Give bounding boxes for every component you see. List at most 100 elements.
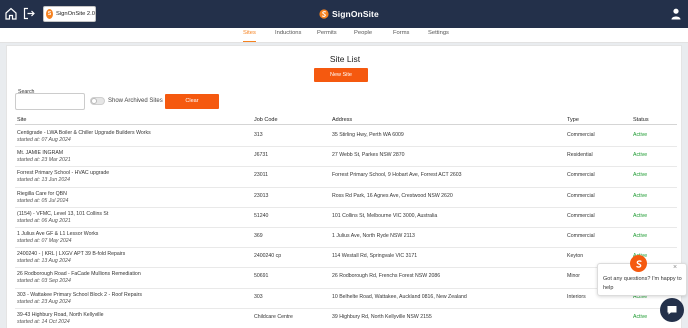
- site-start-date: started at: 23 Mar 2021: [17, 157, 71, 164]
- site-address: Ross Rd Park, 16 Agnes Ave, Crestwood NS…: [332, 192, 453, 199]
- site-address: 101 Collins St, Melbourne VIC 3000, Aust…: [332, 212, 438, 219]
- chat-agent-avatar: [630, 255, 647, 272]
- table-row[interactable]: 26 Rodborough Road - FaCade Mullions Rem…: [7, 267, 683, 287]
- chat-message: Got any questions? I'm happy to help: [603, 276, 682, 291]
- table-row[interactable]: 1 Julius Ave GF & L1 Lessor Works started…: [7, 227, 683, 247]
- site-address: 1 Julius Ave, North Ryde NSW 2113: [332, 233, 415, 239]
- signonsite-brand-icon: [319, 9, 329, 19]
- row-divider: [15, 166, 677, 168]
- table-row[interactable]: Mt. JAMIE INGRAM started at: 23 Mar 2021 J…: [7, 146, 683, 166]
- new-site-button[interactable]: New Site: [314, 68, 368, 82]
- column-header-address[interactable]: Address: [332, 117, 352, 123]
- tab-sites[interactable]: Sites: [243, 30, 256, 42]
- app-badge-label: SignOnSite 2.0: [56, 11, 95, 17]
- site-address: 114 Westall Rd, Springvale VIC 3171: [332, 253, 418, 260]
- table-row[interactable]: Forrest Primary School - HVAC upgrade sta…: [7, 166, 683, 186]
- job-code: 313: [254, 132, 263, 138]
- status-badge: Active: [633, 152, 648, 159]
- site-type: Interiors: [567, 293, 586, 300]
- user-account-icon[interactable]: [671, 7, 681, 20]
- tab-inductions[interactable]: Inductions: [275, 30, 301, 42]
- brand-name: SignOnSite: [332, 9, 379, 19]
- row-divider: [15, 307, 677, 309]
- row-divider: [15, 186, 677, 188]
- table-row[interactable]: 2400240 - | KRL | LXGV APT 39 B-fold Rep…: [7, 247, 683, 267]
- site-start-date: started at: 05 Jul 2024: [17, 197, 69, 204]
- search-input[interactable]: [15, 93, 85, 110]
- job-code: 51240: [254, 212, 269, 219]
- job-code: 2400240 cp: [254, 253, 282, 260]
- table-row[interactable]: 303 - Wattakee Primary School Block 2 - …: [7, 287, 683, 308]
- site-type: Commercial: [567, 132, 595, 138]
- site-type: Commercial: [567, 233, 595, 239]
- brand-logo: SignOnSite: [319, 8, 379, 20]
- site-name: 1 Julius Ave GF & L1 Lessor Works: [17, 231, 99, 237]
- row-divider: [15, 206, 677, 208]
- site-type: Commercial: [567, 172, 595, 179]
- status-badge: Active: [633, 192, 648, 199]
- column-header-type[interactable]: Type: [567, 117, 579, 123]
- status-badge: Active: [633, 212, 648, 219]
- site-name: 2400240 - | KRL | LXGV APT 39 B-fold Rep…: [17, 251, 126, 258]
- user-icon-graphic: [671, 8, 681, 20]
- site-address: 10 Belhelte Road, Wattakee, Auckland 081…: [332, 293, 467, 300]
- job-code: 23013: [254, 192, 269, 199]
- clear-button[interactable]: Clear: [165, 94, 219, 109]
- tab-forms[interactable]: Forms: [393, 30, 409, 42]
- site-start-date: started at: 13 Aug 2024: [17, 258, 71, 265]
- table-row[interactable]: Centigrade - LWA Boiler & Chiller Upgrad…: [7, 126, 683, 146]
- site-start-date: started at: 07 Aug 2024: [17, 137, 71, 143]
- job-code: 303: [254, 293, 263, 300]
- site-start-date: started at: 14 Oct 2024: [17, 318, 70, 325]
- row-divider: [15, 227, 677, 228]
- site-name: 26 Rodborough Road - FaCade Mullions Rem…: [17, 271, 141, 278]
- column-header-site[interactable]: Site: [17, 117, 26, 123]
- app-version-badge[interactable]: S SignOnSite 2.0: [43, 6, 96, 22]
- site-name: 39-43 Highbury Road, North Kellyville: [17, 311, 104, 318]
- chat-close-icon[interactable]: ×: [673, 264, 677, 271]
- site-start-date: started at: 06 Aug 2021: [17, 217, 71, 224]
- site-start-date: started at: 23 Aug 2024: [17, 298, 71, 305]
- table-header-divider: [15, 124, 677, 125]
- home-icon-graphic: [5, 7, 17, 20]
- show-archived-label: Show Archived Sites: [108, 98, 163, 104]
- site-address: 35 Stirling Hwy, Perth WA 6009: [332, 132, 404, 138]
- row-divider: [15, 287, 677, 289]
- site-start-date: started at: 13 Jun 2024: [17, 177, 71, 184]
- job-code: 50691: [254, 273, 269, 280]
- site-start-date: started at: 07 May 2024: [17, 238, 72, 244]
- site-type: Commercial: [567, 212, 595, 219]
- site-start-date: started at: 03 Sep 2024: [17, 278, 71, 285]
- status-badge: Active: [633, 233, 648, 239]
- row-divider: [15, 267, 677, 269]
- show-archived-toggle[interactable]: [90, 97, 105, 105]
- job-code: 23011: [254, 172, 269, 179]
- site-name: Mt. JAMIE INGRAM: [17, 150, 64, 157]
- table-row[interactable]: Riegilla Care for QBN started at: 05 Jul …: [7, 186, 683, 207]
- logout-icon-graphic: [23, 7, 35, 20]
- tab-permits[interactable]: Permits: [317, 30, 337, 42]
- site-name: Forrest Primary School - HVAC upgrade: [17, 170, 110, 177]
- column-header-job-code[interactable]: Job Code: [254, 117, 278, 123]
- site-name: Centigrade - LWA Boiler & Chiller Upgrad…: [17, 130, 151, 136]
- table-row[interactable]: (1154) - VFMC, Level 13, 101 Collins St s…: [7, 206, 683, 227]
- chat-bubble-icon: [667, 306, 677, 315]
- chat-launcher-button[interactable]: [660, 298, 684, 322]
- site-address: Forrest Primary School, 9 Hobart Ave, Fo…: [332, 172, 462, 179]
- site-address: 27 Webb St, Parkes NSW 2870: [332, 152, 405, 159]
- page-title: Site List: [329, 54, 361, 64]
- column-header-status[interactable]: Status: [633, 117, 649, 123]
- table-row[interactable]: 39-43 Highbury Road, North Kellyville sta…: [7, 307, 683, 328]
- site-type: Keyton: [567, 253, 584, 260]
- row-divider: [15, 146, 677, 148]
- site-address: 26 Rodborough Rd, Frenchs Forest NSW 208…: [332, 273, 441, 280]
- home-icon[interactable]: [5, 7, 17, 20]
- logout-icon[interactable]: [23, 7, 35, 20]
- status-badge: Active: [633, 313, 648, 320]
- job-code: 369: [254, 233, 263, 239]
- tab-people[interactable]: People: [354, 30, 372, 42]
- tab-settings[interactable]: Settings: [428, 30, 449, 42]
- status-badge: Active: [633, 132, 648, 138]
- site-list-card: Site List New Site Search Show Archived …: [6, 45, 682, 328]
- site-type: Commercial: [567, 192, 595, 199]
